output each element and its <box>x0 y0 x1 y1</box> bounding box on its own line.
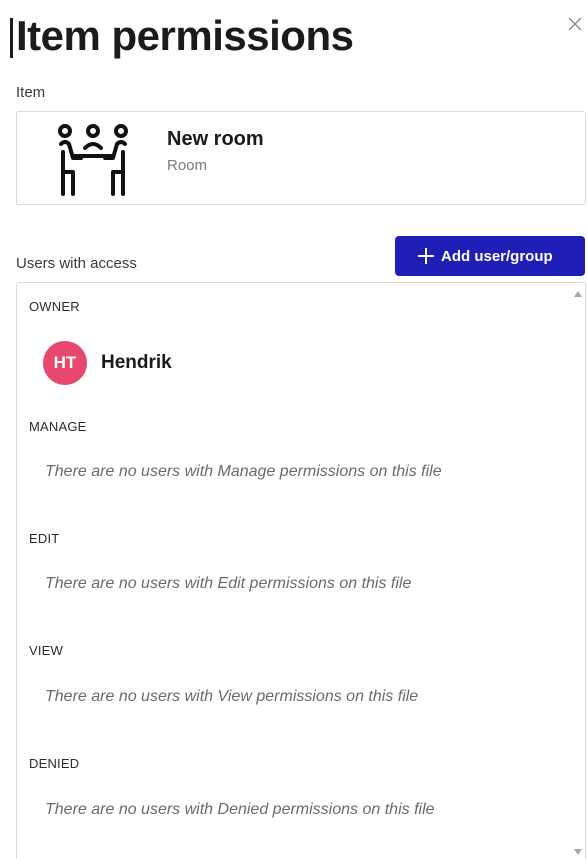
avatar-initials: HT <box>53 353 77 372</box>
add-user-group-label: Add user/group <box>441 247 553 265</box>
close-icon[interactable] <box>565 14 585 34</box>
item-name: New room <box>167 128 264 150</box>
view-empty-message: There are no users with View permissions… <box>45 688 419 705</box>
meeting-room-icon <box>58 124 128 196</box>
page-title: Item permissions <box>16 12 354 59</box>
scrollbar[interactable] <box>571 283 585 859</box>
manage-empty-message: There are no users with Manage permissio… <box>45 463 442 480</box>
view-heading: VIEW <box>29 643 64 658</box>
edit-heading: EDIT <box>29 531 60 546</box>
plus-icon <box>418 248 434 264</box>
add-user-group-button[interactable]: Add user/group <box>395 236 585 276</box>
item-card: New room Room <box>16 111 586 205</box>
users-with-access-label: Users with access <box>16 255 137 272</box>
access-list: OWNER HT Hendrik MANAGE There are no use… <box>16 282 586 859</box>
manage-heading: MANAGE <box>29 419 87 434</box>
item-type: Room <box>167 157 208 174</box>
scroll-down-arrow-icon[interactable] <box>574 849 582 855</box>
edit-empty-message: There are no users with Edit permissions… <box>45 575 412 592</box>
avatar: HT <box>43 341 87 385</box>
item-permissions-panel: Item permissions Item New room Room User… <box>0 0 587 859</box>
item-section-label: Item <box>16 84 46 101</box>
denied-empty-message: There are no users with Denied permissio… <box>45 801 435 818</box>
owner-heading: OWNER <box>29 299 80 314</box>
owner-user-row[interactable]: HT Hendrik <box>43 341 172 385</box>
owner-name: Hendrik <box>101 352 172 373</box>
denied-heading: DENIED <box>29 756 80 771</box>
text-cursor <box>10 18 13 58</box>
scroll-up-arrow-icon[interactable] <box>574 291 582 297</box>
